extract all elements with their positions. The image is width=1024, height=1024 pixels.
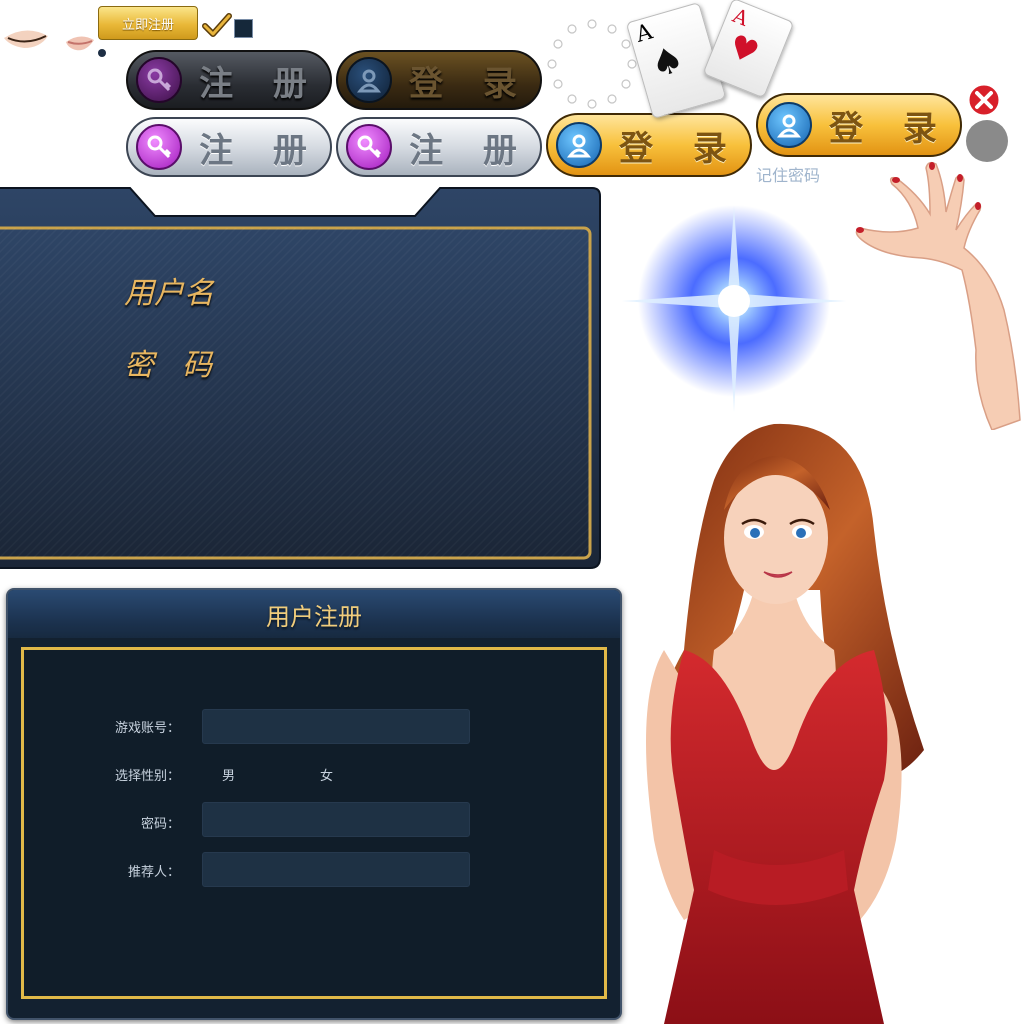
radio-circle bbox=[966, 120, 1008, 162]
user-icon bbox=[766, 102, 812, 148]
login-panel bbox=[0, 187, 601, 569]
login-button-hover[interactable]: 登 录 bbox=[756, 93, 962, 157]
gender-male-option[interactable]: 男 bbox=[222, 765, 235, 784]
register-button-normal[interactable]: 注 册 bbox=[126, 117, 332, 177]
register-button-label: 注 册 bbox=[409, 130, 531, 171]
username-label: 用户名 bbox=[124, 276, 214, 311]
login-button-disabled[interactable]: 登 录 bbox=[336, 50, 542, 110]
user-icon bbox=[556, 122, 602, 168]
account-label: 游戏账号： bbox=[114, 721, 180, 736]
password-label: 密码 bbox=[124, 348, 240, 383]
login-button-label: 登 录 bbox=[829, 108, 951, 149]
user-icon bbox=[346, 57, 392, 103]
register-button-disabled[interactable]: 注 册 bbox=[126, 50, 332, 110]
referrer-input[interactable] bbox=[202, 852, 470, 887]
register-button-hover[interactable]: 注 册 bbox=[336, 117, 542, 177]
key-icon bbox=[136, 124, 182, 170]
checkmark-icon bbox=[202, 13, 232, 37]
remember-checkbox[interactable] bbox=[234, 19, 253, 38]
remember-password-label: 记住密码 bbox=[756, 166, 821, 185]
key-icon bbox=[136, 57, 182, 103]
register-now-button[interactable]: 立即注册 bbox=[98, 6, 198, 40]
register-password-input[interactable] bbox=[202, 802, 470, 837]
spade-icon: ♠ bbox=[646, 38, 689, 87]
register-title: 用户注册 bbox=[266, 603, 362, 631]
sprite-dot bbox=[98, 49, 106, 57]
register-password-label: 密码： bbox=[140, 817, 180, 832]
register-button-label: 注 册 bbox=[199, 130, 321, 171]
login-button-label: 登 录 bbox=[409, 63, 531, 104]
heart-icon: ♥ bbox=[723, 26, 765, 73]
account-input[interactable] bbox=[202, 709, 470, 744]
gender-label: 选择性别： bbox=[114, 769, 180, 784]
login-button-normal[interactable]: 登 录 bbox=[546, 113, 752, 177]
register-button-label: 注 册 bbox=[199, 63, 321, 104]
referrer-label: 推荐人： bbox=[127, 865, 180, 880]
closed-eye-icon bbox=[4, 30, 48, 48]
hostess-character-illustration bbox=[646, 423, 924, 1024]
login-button-label: 登 录 bbox=[619, 128, 741, 169]
loading-spinner-icon bbox=[547, 19, 637, 109]
lips-icon bbox=[66, 36, 94, 51]
key-icon bbox=[346, 124, 392, 170]
close-icon[interactable] bbox=[966, 82, 1002, 118]
gender-female-option[interactable]: 女 bbox=[320, 765, 333, 784]
sparkle-glow-icon bbox=[622, 205, 846, 412]
hand-graphic bbox=[855, 161, 1021, 430]
